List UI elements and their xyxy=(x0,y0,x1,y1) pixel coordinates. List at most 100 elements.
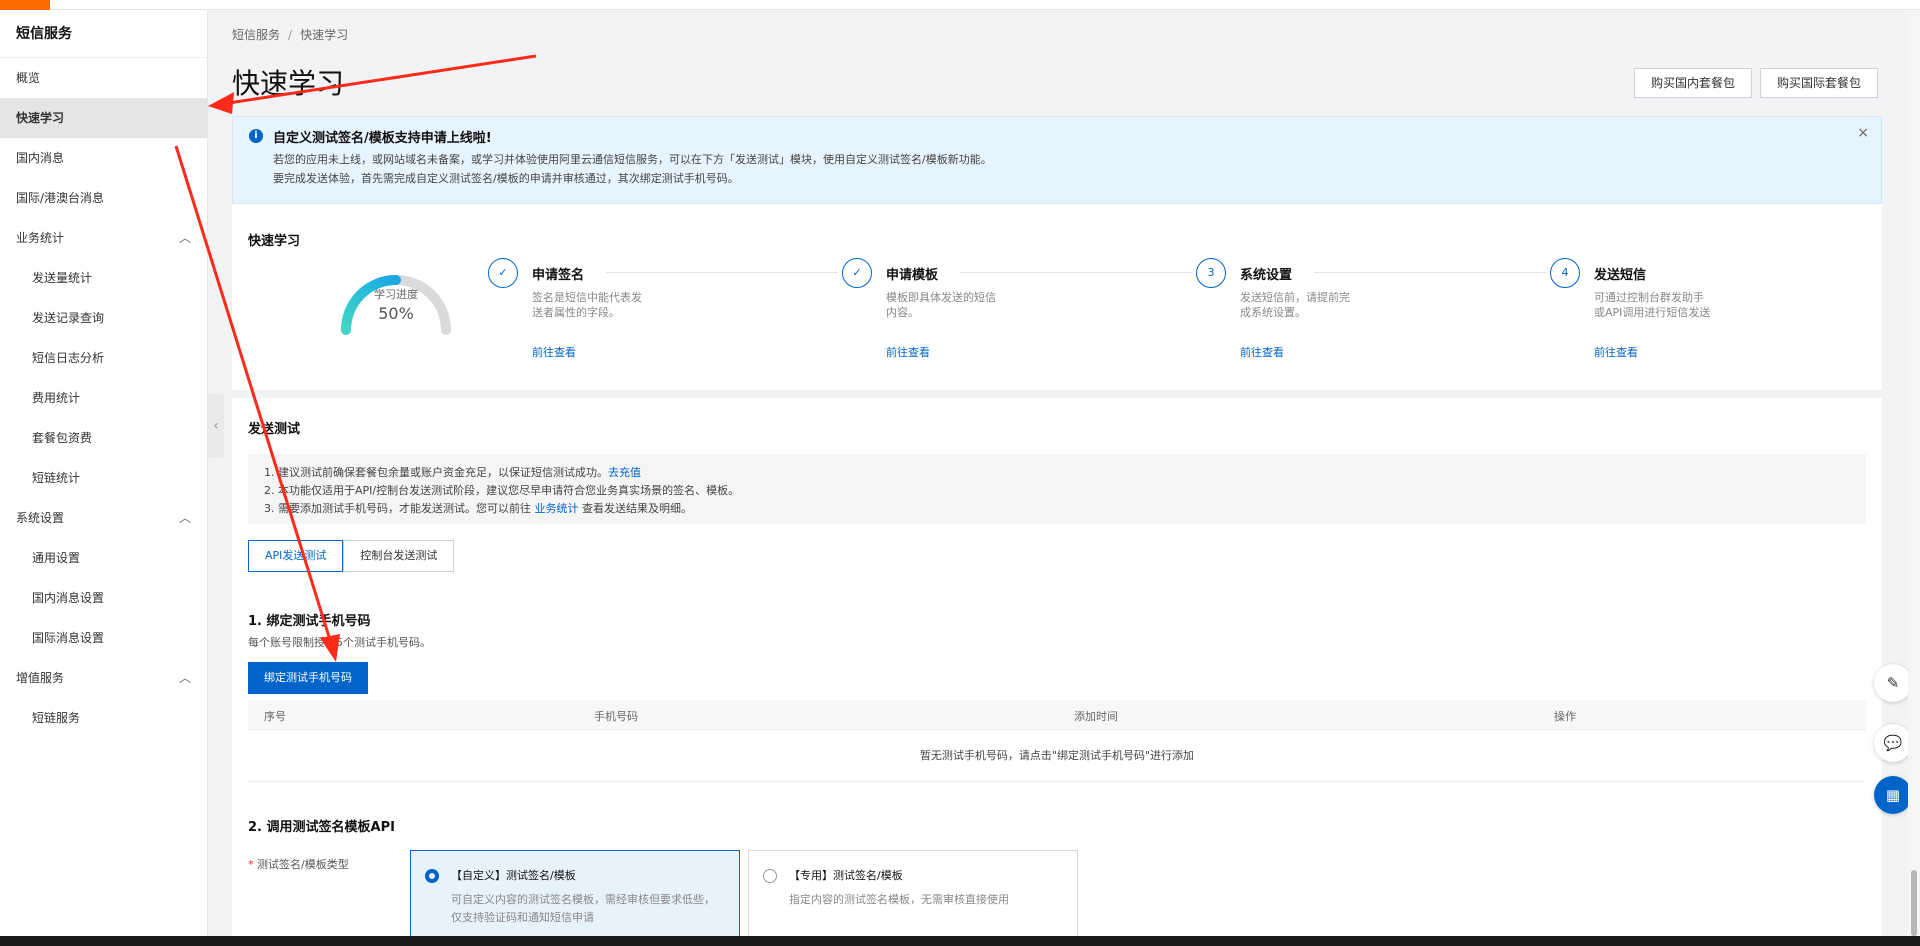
sidebar-item-label: 短信日志分析 xyxy=(32,351,105,365)
sidebar-item-overview[interactable]: 概览 xyxy=(0,58,207,98)
option-desc: 可自定义内容的测试签名模板，需经审核但要求低些，仅支持验证码和通知短信申请 xyxy=(451,893,715,924)
page-title: 快速学习 xyxy=(232,67,345,100)
chevron-up-icon: ︿ xyxy=(178,671,191,685)
check-icon: ✓ xyxy=(842,258,872,288)
step-title: 申请签名 xyxy=(532,268,585,283)
step-number: 3 xyxy=(1196,258,1226,288)
tip-text: 1. 建议测试前确保套餐包余量或账户资金充足，以保证短信测试成功。 xyxy=(264,466,608,479)
send-test-card: 发送测试 1. 建议测试前确保套餐包余量或账户资金充足，以保证短信测试成功。去充… xyxy=(232,398,1882,946)
option-desc: 指定内容的测试签名模板，无需审核直接使用 xyxy=(789,893,1009,906)
chevron-left-icon: ‹ xyxy=(213,418,219,434)
quick-learn-title: 快速学习 xyxy=(248,234,301,249)
sidebar-item-shortlink-service[interactable]: 短链服务 xyxy=(0,698,207,738)
recharge-link[interactable]: 去充值 xyxy=(608,466,641,479)
option-dedicated-template[interactable]: 【专用】测试签名/模板 指定内容的测试签名模板，无需审核直接使用 xyxy=(748,850,1078,940)
sidebar-item-label: 发送记录查询 xyxy=(32,311,105,325)
column-header: 序号 xyxy=(264,710,286,723)
breadcrumb-separator: / xyxy=(288,28,293,42)
tip-line: 2. 本功能仅适用于API/控制台发送测试阶段，建议您尽早申请符合您业务真实场景… xyxy=(264,484,740,497)
step-link[interactable]: 前往查看 xyxy=(886,344,930,360)
sidebar-item-quick-learn[interactable]: 快速学习 xyxy=(0,98,207,138)
sidebar-item-send-records[interactable]: 发送记录查询 xyxy=(0,298,207,338)
sidebar-item-package-fees[interactable]: 套餐包资费 xyxy=(0,418,207,458)
sidebar-item-label: 发送量统计 xyxy=(32,271,93,285)
page-scrollbar[interactable] xyxy=(1908,10,1920,936)
step-link[interactable]: 前往查看 xyxy=(1240,344,1284,360)
notice-banner: i 自定义测试签名/模板支持申请上线啦! 若您的应用未上线，或网站域名未备案，或… xyxy=(232,116,1882,204)
step-title: 申请模板 xyxy=(886,268,939,283)
tip-text: 查看发送结果及明细。 xyxy=(582,502,692,515)
bind-test-phone-button[interactable]: 绑定测试手机号码 xyxy=(248,662,368,694)
edit-icon[interactable]: ✎ xyxy=(1874,664,1912,702)
info-icon: i xyxy=(249,129,263,143)
main-content: 短信服务 / 快速学习 快速学习 购买国内套餐包 购买国际套餐包 i 自定义测试签名… xyxy=(224,10,1906,946)
sidebar-item-international[interactable]: 国际/港澳台消息 xyxy=(0,178,207,218)
send-test-tips: 1. 建议测试前确保套餐包余量或账户资金充足，以保证短信测试成功。去充值 2. … xyxy=(248,454,1866,524)
check-icon: ✓ xyxy=(488,258,518,288)
tip-text: 3. 需要添加测试手机号码，才能发送测试。您可以前往 xyxy=(264,502,531,515)
notice-line: 若您的应用未上线，或网站域名未备案，或学习并体验使用阿里云通信短信服务，可以在下… xyxy=(273,153,992,166)
chat-icon[interactable]: 💬 xyxy=(1874,724,1912,762)
sidebar-item-label: 短链统计 xyxy=(32,471,81,485)
step-desc: 可通过控制台群发助手或API调用进行短信发送 xyxy=(1594,291,1711,319)
sidebar-item-send-volume[interactable]: 发送量统计 xyxy=(0,258,207,298)
sidebar-item-shortlink-stats[interactable]: 短链统计 xyxy=(0,458,207,498)
sidebar-item-label: 通用设置 xyxy=(32,551,81,565)
sidebar-item-label: 短链服务 xyxy=(32,711,81,725)
option-custom-template[interactable]: 【自定义】测试签名/模板 可自定义内容的测试签名模板，需经审核但要求低些，仅支持… xyxy=(410,850,740,940)
brand-logo[interactable] xyxy=(0,0,50,10)
sidebar-item-label: 费用统计 xyxy=(32,391,81,405)
sidebar-item-label: 快速学习 xyxy=(16,111,65,125)
scrollbar-thumb[interactable] xyxy=(1911,870,1917,936)
tip-line: 3. 需要添加测试手机号码，才能发送测试。您可以前往 业务统计 查看发送结果及明… xyxy=(264,500,1850,518)
sidebar-group-system-settings[interactable]: 系统设置 ︿ xyxy=(0,498,207,538)
sidebar-item-label: 国际消息设置 xyxy=(32,631,105,645)
business-stats-link[interactable]: 业务统计 xyxy=(535,502,579,515)
required-mark: * xyxy=(248,858,254,871)
notice-line: 要完成发送体验，首先需完成自定义测试签名/模板的申请并审核通过，其次绑定测试手机… xyxy=(273,172,739,185)
sidebar-collapse-toggle[interactable]: ‹ xyxy=(208,394,224,458)
sidebar-item-international-settings[interactable]: 国际消息设置 xyxy=(0,618,207,658)
buy-international-package-button[interactable]: 购买国际套餐包 xyxy=(1760,68,1879,98)
tab-console-send-test[interactable]: 控制台发送测试 xyxy=(343,540,455,572)
step-link[interactable]: 前往查看 xyxy=(532,344,576,360)
phone-table-header: 序号 手机号码 添加时间 操作 xyxy=(248,700,1866,730)
sidebar-item-general-settings[interactable]: 通用设置 xyxy=(0,538,207,578)
sidebar-item-label: 国内消息 xyxy=(16,151,65,165)
sidebar-item-domestic[interactable]: 国内消息 xyxy=(0,138,207,178)
column-header: 操作 xyxy=(1554,710,1576,723)
progress-gauge: 学习进度 50% xyxy=(336,258,456,338)
buy-domestic-package-button[interactable]: 购买国内套餐包 xyxy=(1634,68,1753,98)
breadcrumb-root[interactable]: 短信服务 xyxy=(232,28,280,42)
step-link[interactable]: 前往查看 xyxy=(1594,344,1638,360)
sidebar: 短信服务 概览 快速学习 国内消息 国际/港澳台消息 业务统计 ︿ 发送量统计 发… xyxy=(0,10,208,936)
sidebar-item-label: 增值服务 xyxy=(16,671,65,685)
column-header: 添加时间 xyxy=(1074,710,1118,723)
sidebar-item-label: 国内消息设置 xyxy=(32,591,105,605)
sidebar-item-label: 业务统计 xyxy=(16,231,65,245)
field-label: 测试签名/模板类型 xyxy=(257,858,349,871)
close-icon[interactable]: × xyxy=(1857,125,1869,141)
send-test-tabs: API发送测试 控制台发送测试 xyxy=(248,540,455,572)
bind-phone-title: 1. 绑定测试手机号码 xyxy=(248,614,371,629)
sidebar-service-title: 短信服务 xyxy=(0,10,207,58)
send-test-title: 发送测试 xyxy=(248,422,301,437)
sidebar-group-business-stats[interactable]: 业务统计 ︿ xyxy=(0,218,207,258)
step-connector xyxy=(606,272,838,273)
radio-selected-icon[interactable] xyxy=(425,869,439,883)
sidebar-item-label: 概览 xyxy=(16,71,41,85)
sidebar-item-label: 国际/港澳台消息 xyxy=(16,191,105,205)
breadcrumb: 短信服务 / 快速学习 xyxy=(232,26,348,43)
option-title: 【自定义】测试签名/模板 xyxy=(451,869,576,882)
apps-icon[interactable]: ▦ xyxy=(1874,776,1912,814)
sidebar-group-value-added[interactable]: 增值服务 ︿ xyxy=(0,658,207,698)
sidebar-item-label: 套餐包资费 xyxy=(32,431,93,445)
chevron-up-icon: ︿ xyxy=(178,511,191,525)
quick-learn-card: 快速学习 学习进度 50% ✓ 申请签名 签名是短信中能代表发送者属性的字段。 … xyxy=(232,204,1882,390)
radio-unselected-icon[interactable] xyxy=(763,869,777,883)
tab-api-send-test[interactable]: API发送测试 xyxy=(248,540,344,572)
call-api-title: 2. 调用测试签名模板API xyxy=(248,820,395,835)
sidebar-item-domestic-settings[interactable]: 国内消息设置 xyxy=(0,578,207,618)
sidebar-item-fee-stats[interactable]: 费用统计 xyxy=(0,378,207,418)
sidebar-item-log-analysis[interactable]: 短信日志分析 xyxy=(0,338,207,378)
